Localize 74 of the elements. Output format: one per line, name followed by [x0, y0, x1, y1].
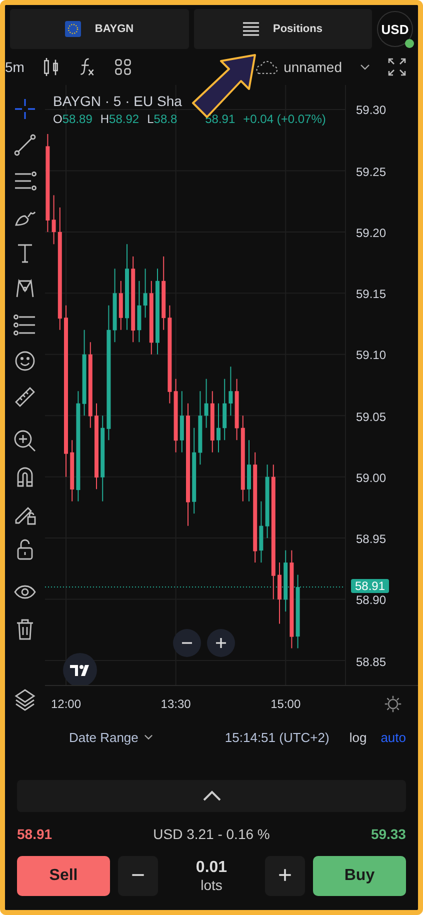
time-label: 12:00: [51, 697, 82, 711]
parallel-lines-icon[interactable]: [13, 169, 37, 193]
candle: [234, 378, 239, 441]
price-label: 59.10: [356, 348, 386, 362]
zoom-out-button[interactable]: [173, 629, 201, 657]
candle: [143, 268, 148, 318]
price-label: 59.00: [356, 470, 386, 485]
candle: [278, 562, 282, 624]
price-label: 59.30: [356, 103, 386, 118]
timeframe-button[interactable]: 5m: [5, 59, 24, 75]
clock-time: 15:14:51 (UTC+2): [224, 730, 330, 744]
scale-toggle[interactable]: auto: [380, 730, 406, 744]
candle: [204, 378, 208, 428]
ohlc-value: H58.92: [100, 112, 140, 126]
plus-icon: [215, 637, 227, 649]
ohlc-value: O58.89: [53, 112, 92, 126]
smiley-icon[interactable]: [13, 349, 37, 373]
price-label: 59.15: [356, 287, 386, 302]
price-label: 59.20: [356, 226, 386, 240]
candle: [70, 440, 74, 502]
ohlc-value: L58.8: [147, 112, 178, 126]
chevron-down-icon: [144, 734, 154, 740]
symbol-tab[interactable]: BAYGN: [10, 9, 188, 49]
price-label: 58.85: [356, 654, 386, 668]
spread-value: USD 3.21 - 0.16 %: [153, 826, 270, 842]
symbol-title: BAYGN · 5 · EU Sha: [53, 93, 183, 109]
buy-price: 59.33: [370, 826, 406, 842]
candle: [284, 550, 288, 612]
candle: [247, 440, 251, 502]
flag-icon: [64, 21, 81, 37]
price-label: 59.25: [356, 164, 386, 179]
sell-button[interactable]: Sell: [17, 856, 110, 896]
candle: [180, 390, 184, 453]
fullscreen-icon[interactable]: [388, 58, 406, 76]
layers-icon[interactable]: [13, 687, 37, 711]
date-range-button[interactable]: Date Range: [69, 730, 154, 744]
candles-icon[interactable]: [42, 57, 60, 77]
zoom-in-button[interactable]: [207, 629, 235, 657]
time-label: 13:30: [160, 697, 191, 711]
ruler-icon[interactable]: [13, 385, 37, 409]
trend-line-icon[interactable]: [13, 133, 37, 157]
candle: [259, 500, 264, 564]
candle: [52, 194, 56, 245]
last-price-tag: 58.91: [351, 579, 390, 594]
time-label: 15:00: [270, 697, 301, 711]
positions-tab[interactable]: Positions: [194, 9, 372, 49]
candle: [137, 280, 142, 343]
candle: [210, 390, 214, 453]
menu-icon: [242, 22, 259, 36]
function-icon[interactable]: [78, 57, 96, 77]
price-label: 58.90: [356, 593, 386, 608]
zoom-in-icon[interactable]: [13, 429, 37, 453]
candle: [228, 366, 233, 416]
quantity-unit: lots: [200, 877, 222, 893]
grid-icon[interactable]: [114, 58, 132, 76]
cloud-icon: [254, 59, 278, 75]
settings-icon[interactable]: [384, 695, 402, 713]
chevron-up-icon: [202, 790, 222, 802]
sell-price: 58.91: [17, 826, 52, 842]
crosshair-icon[interactable]: [13, 97, 37, 121]
price-change: +0.04 (+0.07%): [243, 112, 326, 126]
buy-button[interactable]: Buy: [313, 856, 406, 896]
quantity-value[interactable]: 0.01: [196, 859, 228, 877]
price-label: 59.05: [356, 410, 386, 424]
price-label: 58.95: [356, 532, 386, 546]
currency-badge[interactable]: USD: [377, 11, 413, 47]
layout-name[interactable]: unnamed: [284, 59, 342, 75]
candle: [216, 402, 220, 453]
decrease-button[interactable]: −: [118, 856, 158, 896]
candle: [118, 280, 123, 330]
candle: [222, 378, 227, 441]
chevron-down-icon[interactable]: [360, 64, 370, 70]
increase-button[interactable]: +: [265, 856, 305, 896]
scale-toggle[interactable]: log: [349, 730, 367, 744]
